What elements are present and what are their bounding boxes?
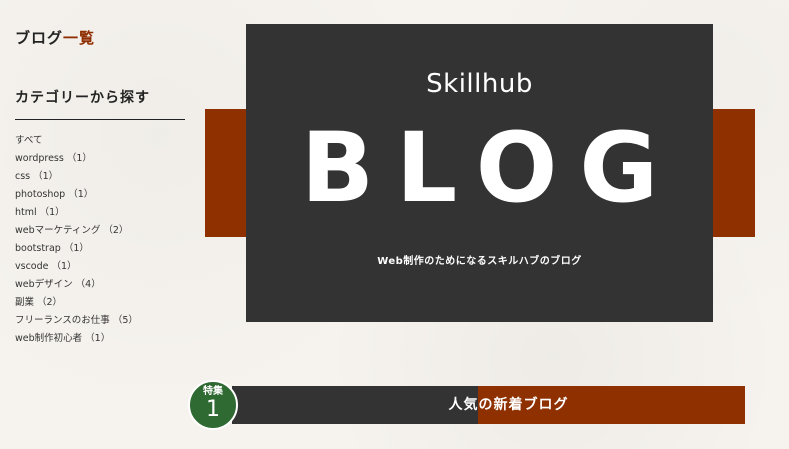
category-label: webデザイン [15, 279, 73, 290]
category-label: bootstrap [15, 243, 61, 254]
category-label: vscode [15, 261, 49, 272]
category-item-all[interactable]: すべて [15, 132, 138, 150]
page-title: ブログ一覧 [15, 27, 95, 48]
category-item-html[interactable]: html （1） [15, 204, 138, 222]
category-count: （5） [112, 315, 138, 326]
category-label: webマーケティング [15, 225, 101, 236]
category-section-title: カテゴリーから探す [15, 87, 185, 120]
feature-title: 人気の新着ブログ [448, 397, 569, 413]
hero-title: BLOG [300, 112, 681, 224]
hero-brand: Skillhub [426, 69, 533, 99]
feature-badge-number: 1 [206, 397, 220, 422]
category-label: html [15, 207, 37, 218]
category-item-side-job[interactable]: 副業 （2） [15, 294, 138, 312]
category-count: （1） [33, 171, 59, 182]
category-label: wordpress [15, 153, 64, 164]
category-item-web-design[interactable]: webデザイン （4） [15, 276, 138, 294]
category-item-freelance[interactable]: フリーランスのお仕事 （5） [15, 312, 138, 330]
category-item-web-beginner[interactable]: web制作初心者 （1） [15, 330, 138, 348]
category-count: （1） [51, 261, 77, 272]
category-count: （1） [66, 153, 92, 164]
category-item-vscode[interactable]: vscode （1） [15, 258, 138, 276]
category-count: （1） [85, 333, 111, 344]
hero-tagline: Web制作のためになるスキルハブのブログ [377, 256, 582, 267]
category-label: すべて [15, 135, 43, 146]
category-label: photoshop [15, 189, 66, 200]
category-count: （2） [37, 297, 63, 308]
category-item-bootstrap[interactable]: bootstrap （1） [15, 240, 138, 258]
feature-heading-bar: 人気の新着ブログ [232, 386, 745, 424]
hero-accent-left [205, 109, 250, 237]
category-item-wordpress[interactable]: wordpress （1） [15, 150, 138, 168]
hero-accent-right [710, 109, 755, 237]
category-label: フリーランスのお仕事 [15, 315, 110, 326]
category-count: （1） [68, 189, 94, 200]
category-item-photoshop[interactable]: photoshop （1） [15, 186, 138, 204]
category-label: 副業 [15, 297, 35, 308]
category-label: web制作初心者 [15, 333, 83, 344]
page-title-main: ブログ [15, 29, 64, 47]
category-item-web-marketing[interactable]: webマーケティング （2） [15, 222, 138, 240]
category-count: （2） [103, 225, 129, 236]
feature-badge: 特集 1 [188, 380, 238, 430]
page-title-accent: 一覧 [63, 29, 96, 47]
hero-banner: Skillhub BLOG Web制作のためになるスキルハブのブログ [246, 24, 713, 322]
category-count: （1） [63, 243, 89, 254]
category-count: （1） [39, 207, 65, 218]
category-item-css[interactable]: css （1） [15, 168, 138, 186]
category-list: すべて wordpress （1） css （1） photoshop （1） htm… [15, 132, 138, 348]
category-count: （4） [75, 279, 101, 290]
category-label: css [15, 171, 31, 182]
